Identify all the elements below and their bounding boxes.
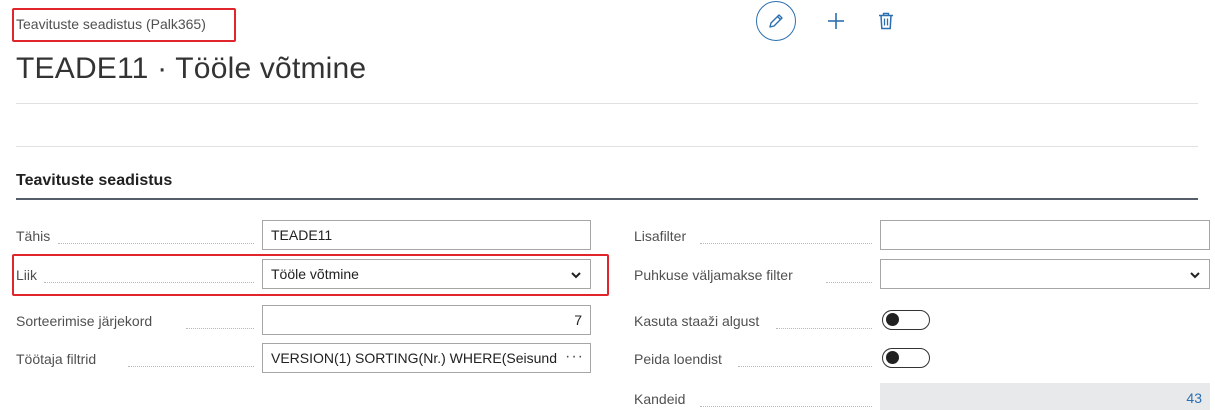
liik-select[interactable]: Tööle võtmine	[262, 259, 591, 289]
entries-count-field[interactable]: 43	[880, 383, 1210, 410]
label-leader	[738, 353, 872, 367]
label-leader	[700, 230, 872, 244]
action-bar	[756, 0, 898, 42]
edit-button[interactable]	[756, 1, 796, 41]
field-label-sort-order: Sorteerimise järjekord	[16, 313, 153, 329]
toggle-knob	[886, 351, 899, 364]
add-button[interactable]	[824, 9, 848, 33]
label-leader	[700, 393, 872, 407]
label-leader	[826, 269, 872, 283]
label-leader	[44, 269, 254, 283]
tahis-input[interactable]: TEADE11	[262, 220, 591, 250]
extra-filter-input[interactable]	[880, 220, 1210, 250]
field-label-extra-filter: Lisafilter	[634, 228, 687, 244]
label-leader	[128, 353, 254, 367]
sort-order-input[interactable]: 7	[262, 305, 591, 335]
employee-filters-input[interactable]: VERSION(1) SORTING(Nr.) WHERE(Seisund ··…	[262, 343, 591, 373]
field-label-entries: Kandeid	[634, 391, 686, 407]
lookup-ellipsis-icon[interactable]: ···	[565, 348, 584, 366]
divider	[16, 103, 1198, 104]
section-underline	[16, 198, 1198, 200]
divider	[16, 146, 1198, 147]
vacation-payout-filter-select[interactable]	[880, 259, 1210, 289]
liik-value: Tööle võtmine	[271, 266, 359, 282]
label-leader	[58, 230, 254, 244]
field-label-use-seniority-start: Kasuta staaži algust	[634, 313, 760, 329]
field-label-employee-filters: Töötaja filtrid	[16, 351, 97, 367]
field-label-tahis: Tähis	[16, 228, 51, 244]
field-label-hide-from-list: Peida loendist	[634, 351, 722, 367]
trash-icon	[879, 12, 893, 30]
breadcrumb[interactable]: Teavituste seadistus (Palk365)	[16, 16, 206, 32]
pencil-icon	[769, 14, 783, 28]
entries-count-value: 43	[1186, 390, 1202, 406]
label-leader	[186, 315, 254, 329]
sort-order-value: 7	[574, 312, 582, 328]
delete-button[interactable]	[874, 9, 898, 33]
chevron-down-icon	[571, 272, 581, 279]
tahis-value: TEADE11	[271, 227, 333, 243]
chevron-down-icon	[1190, 272, 1200, 279]
employee-filters-value: VERSION(1) SORTING(Nr.) WHERE(Seisund	[271, 350, 558, 366]
use-seniority-start-toggle[interactable]	[882, 310, 930, 330]
plus-icon	[828, 13, 844, 29]
hide-from-list-toggle[interactable]	[882, 348, 930, 368]
section-title[interactable]: Teavituste seadistus	[16, 172, 172, 190]
label-leader	[776, 315, 872, 329]
field-label-vacation-payout-filter: Puhkuse väljamakse filter	[634, 267, 793, 283]
toggle-knob	[886, 313, 899, 326]
page-title: TEADE11 · Tööle võtmine	[16, 52, 367, 85]
field-label-liik: Liik	[16, 267, 38, 283]
